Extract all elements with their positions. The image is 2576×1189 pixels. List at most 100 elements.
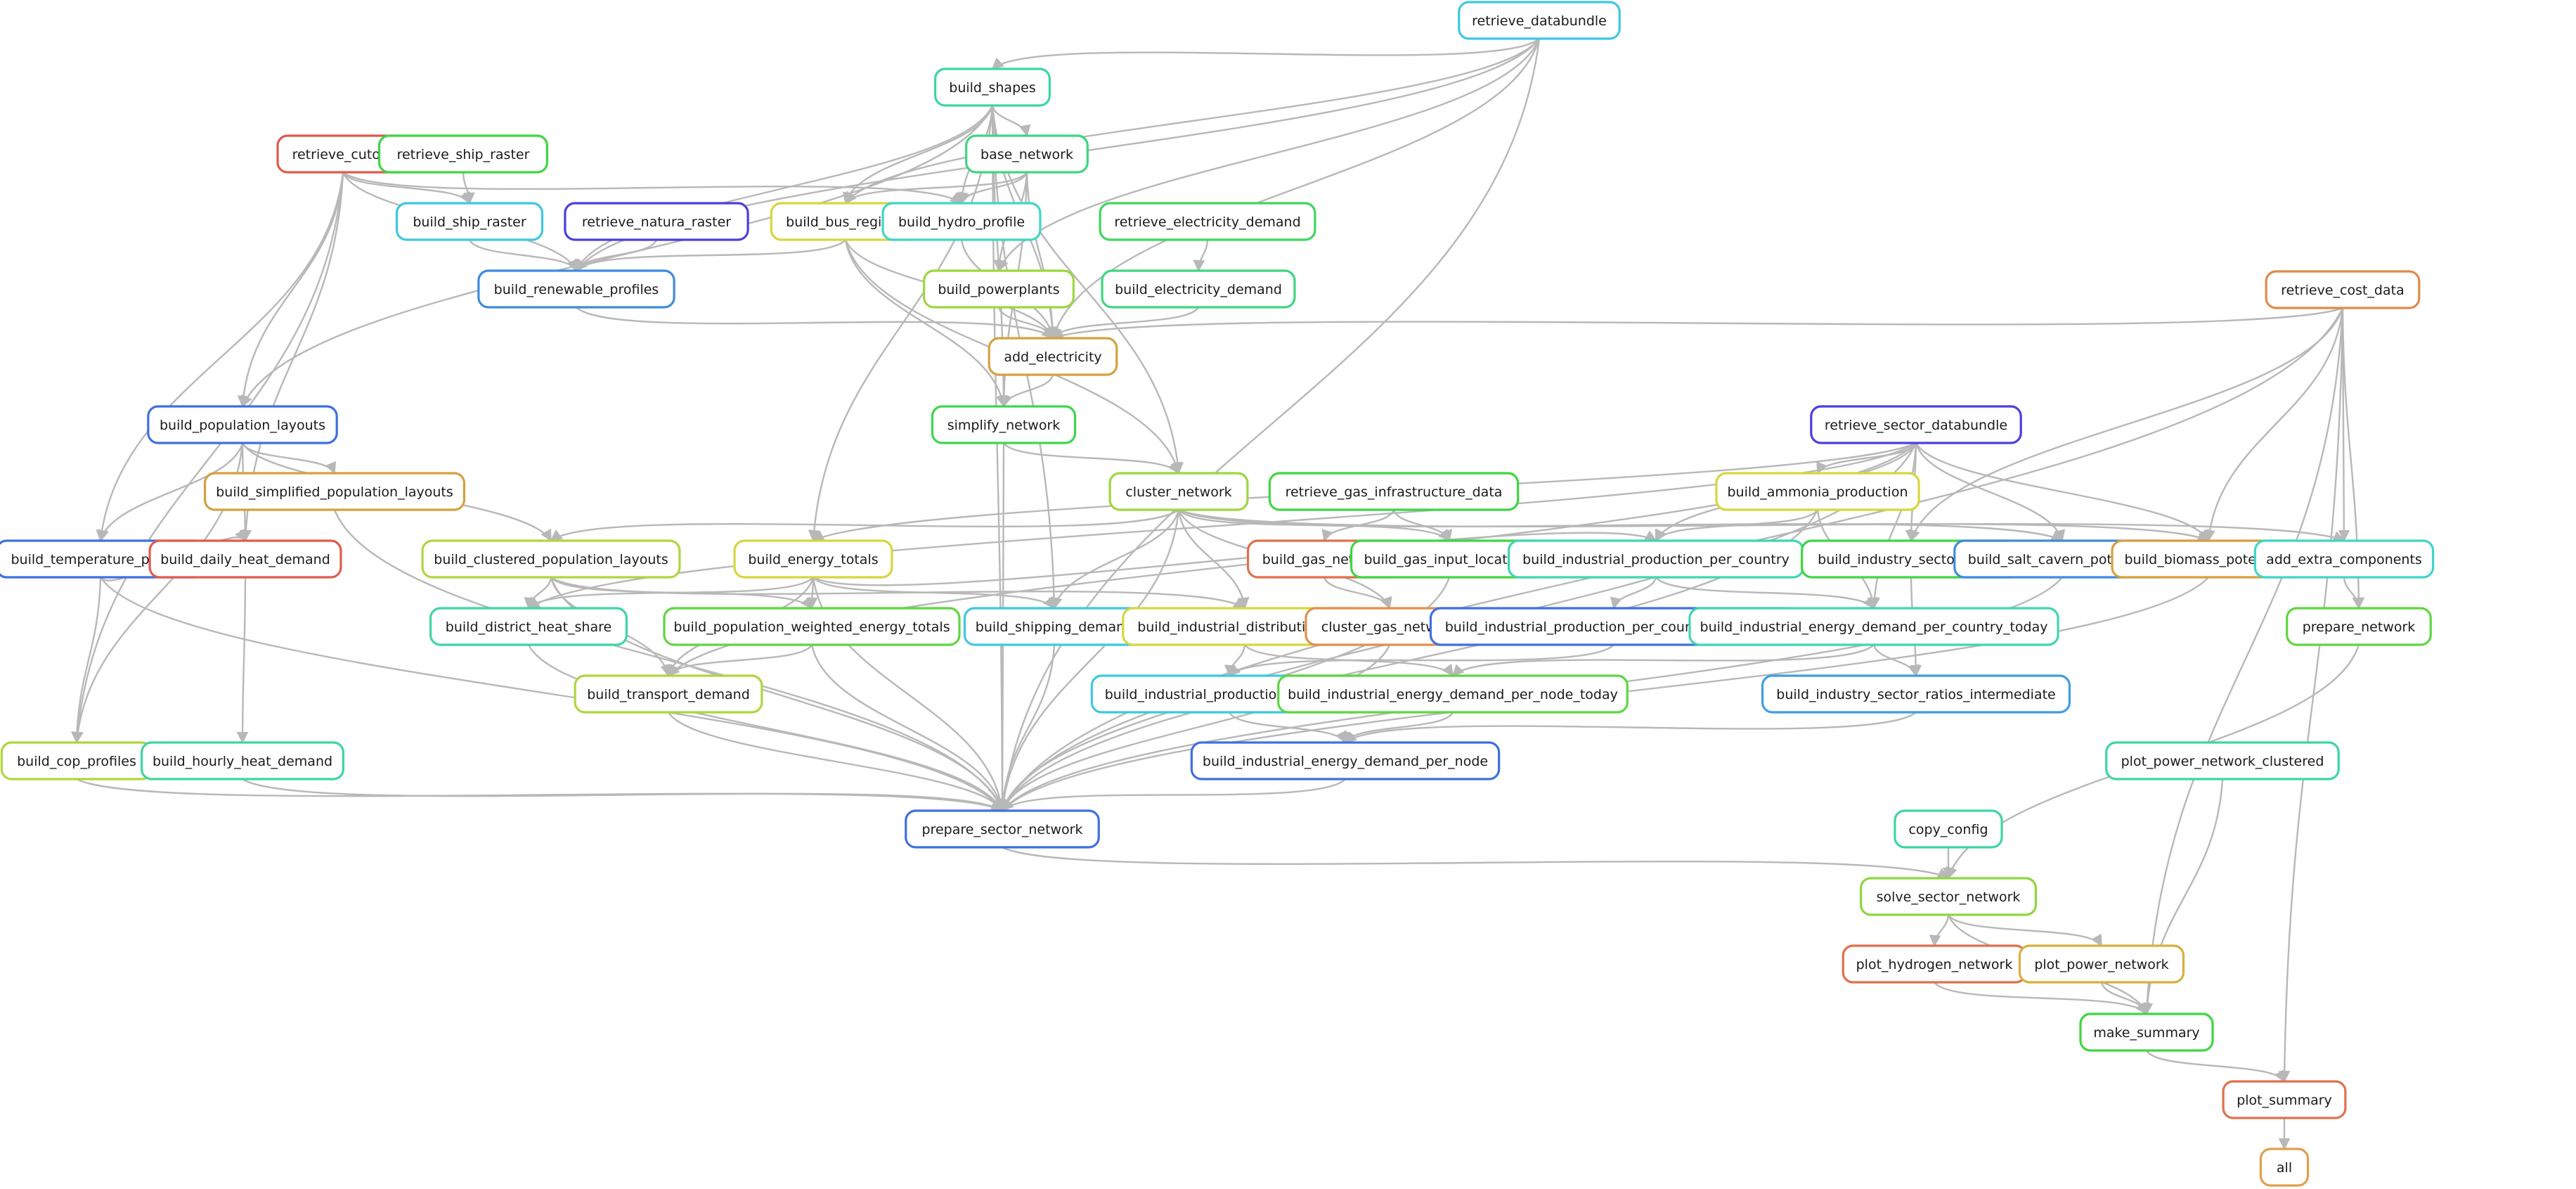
rulegraph-canvas: retrieve_databundle build_shapes retrieve_…	[0, 0, 2576, 1189]
dag-node-retrieve_electricity_demand[interactable]: retrieve_electricity_demand	[1099, 202, 1316, 241]
dag-node-retrieve_databundle[interactable]: retrieve_databundle	[1458, 1, 1621, 40]
dag-edge	[667, 712, 1004, 812]
node-outline[interactable]	[395, 202, 544, 241]
dag-node-retrieve_cost_data[interactable]: retrieve_cost_data	[2265, 270, 2421, 309]
dag-edge	[1002, 442, 1180, 475]
dag-node-prepare_network[interactable]: prepare_network	[2286, 607, 2432, 646]
dag-node-plot_power_network_clustered[interactable]: plot_power_network_clustered	[2105, 741, 2340, 780]
dag-node-build_daily_heat_demand[interactable]: build_daily_heat_demand	[148, 539, 342, 579]
node-outline[interactable]	[1108, 472, 1249, 511]
dag-node-retrieve_gas_infrastructure_data[interactable]: retrieve_gas_infrastructure_data	[1268, 472, 1520, 511]
node-outline[interactable]	[147, 405, 338, 444]
dag-node-all[interactable]: all	[2259, 1148, 2310, 1187]
node-outline[interactable]	[1894, 809, 2003, 849]
dag-node-build_simplified_population_layouts[interactable]: build_simplified_population_layouts	[203, 472, 466, 511]
dag-node-cluster_network[interactable]: cluster_network	[1108, 472, 1249, 511]
node-outline[interactable]	[2259, 1148, 2310, 1187]
node-outline[interactable]	[934, 68, 1051, 107]
node-outline[interactable]	[564, 202, 749, 241]
node-outline[interactable]	[377, 134, 549, 174]
node-outline[interactable]	[148, 539, 342, 579]
node-outline[interactable]	[1688, 607, 2059, 646]
dag-node-build_shapes[interactable]: build_shapes	[934, 68, 1051, 107]
node-outline[interactable]	[733, 539, 893, 579]
dag-node-retrieve_ship_raster[interactable]: retrieve_ship_raster	[377, 134, 549, 174]
node-outline[interactable]	[1761, 674, 2071, 714]
dag-edge	[2145, 1050, 2286, 1083]
dag-node-base_network[interactable]: base_network	[965, 134, 1089, 174]
dag-node-add_electricity[interactable]: add_electricity	[988, 337, 1118, 376]
dag-node-build_shipping_demand[interactable]: build_shipping_demand	[963, 607, 1146, 646]
dag-node-build_district_heat_share[interactable]: build_district_heat_share	[429, 607, 628, 646]
node-outline[interactable]	[2286, 607, 2432, 646]
dag-node-build_clustered_population_layouts[interactable]: build_clustered_population_layouts	[421, 539, 681, 579]
node-outline[interactable]	[963, 607, 1146, 646]
dag-node-copy_config[interactable]: copy_config	[1894, 809, 2003, 849]
node-outline[interactable]	[1507, 539, 1805, 579]
node-outline[interactable]	[988, 337, 1118, 376]
node-outline[interactable]	[1101, 269, 1296, 309]
dag-edge	[71, 172, 344, 744]
node-outline[interactable]	[203, 472, 466, 511]
node-outline[interactable]	[429, 607, 628, 646]
dag-node-retrieve_sector_databundle[interactable]: retrieve_sector_databundle	[1810, 405, 2022, 444]
dag-node-build_electricity_demand[interactable]: build_electricity_demand	[1101, 269, 1296, 309]
node-outline[interactable]	[1842, 944, 2027, 984]
dag-node-build_renewable_profiles[interactable]: build_renewable_profiles	[477, 269, 675, 309]
dag-node-build_population_weighted_energy_totals[interactable]: build_population_weighted_energy_totals	[663, 607, 961, 646]
node-outline[interactable]	[2079, 1013, 2214, 1052]
node-outline[interactable]	[1458, 1, 1621, 40]
dag-node-build_ship_raster[interactable]: build_ship_raster	[395, 202, 544, 241]
node-outline[interactable]	[2265, 270, 2421, 309]
dag-node-build_hydro_profile[interactable]: build_hydro_profile	[881, 202, 1042, 241]
node-outline[interactable]	[1268, 472, 1520, 511]
node-outline[interactable]	[905, 809, 1100, 849]
node-outline[interactable]	[923, 269, 1075, 309]
dag-node-build_population_layouts[interactable]: build_population_layouts	[147, 405, 338, 444]
dag-node-build_industrial_energy_demand_per_node_today[interactable]: build_industrial_energy_demand_per_node_…	[1277, 674, 1629, 714]
dag-node-build_transport_demand[interactable]: build_transport_demand	[574, 674, 763, 714]
node-outline[interactable]	[574, 674, 763, 714]
dag-node-build_industrial_production_per_country[interactable]: build_industrial_production_per_country	[1507, 539, 1805, 579]
dag-node-simplify_network[interactable]: simplify_network	[931, 405, 1077, 444]
dag-node-plot_hydrogen_network[interactable]: plot_hydrogen_network	[1842, 944, 2027, 984]
dag-node-solve_sector_network[interactable]: solve_sector_network	[1859, 877, 2038, 916]
dag-node-build_industry_sector_ratios_intermediate[interactable]: build_industry_sector_ratios_intermediat…	[1761, 674, 2071, 714]
dag-node-add_extra_components[interactable]: add_extra_components	[2253, 539, 2435, 579]
dag-node-build_ammonia_production[interactable]: build_ammonia_production	[1715, 472, 1920, 511]
dag-edge	[1610, 577, 1657, 610]
node-outline[interactable]	[931, 405, 1077, 444]
dag-node-make_summary[interactable]: make_summary	[2079, 1013, 2214, 1052]
dag-edge	[991, 38, 1540, 70]
dag-node-build_cop_profiles[interactable]: build_cop_profiles	[0, 741, 153, 780]
node-outline[interactable]	[0, 741, 153, 780]
node-outline[interactable]	[663, 607, 961, 646]
node-outline[interactable]	[1715, 472, 1920, 511]
node-outline[interactable]	[1277, 674, 1629, 714]
dag-node-build_powerplants[interactable]: build_powerplants	[923, 269, 1075, 309]
dag-node-build_hourly_heat_demand[interactable]: build_hourly_heat_demand	[140, 741, 345, 780]
node-outline[interactable]	[2222, 1080, 2347, 1119]
dag-edge	[2141, 307, 2344, 1015]
dag-edge	[524, 577, 552, 610]
node-outline[interactable]	[477, 269, 675, 309]
dag-node-build_industrial_energy_demand_per_node[interactable]: build_industrial_energy_demand_per_node	[1190, 741, 1501, 780]
node-outline[interactable]	[2018, 944, 2185, 984]
dag-node-build_industrial_energy_demand_per_country_today[interactable]: build_industrial_energy_demand_per_count…	[1688, 607, 2059, 646]
node-outline[interactable]	[965, 134, 1089, 174]
dag-node-prepare_sector_network[interactable]: prepare_sector_network	[905, 809, 1100, 849]
node-outline[interactable]	[140, 741, 345, 780]
node-outline[interactable]	[421, 539, 681, 579]
dag-node-retrieve_natura_raster[interactable]: retrieve_natura_raster	[564, 202, 749, 241]
node-outline[interactable]	[1099, 202, 1316, 241]
dag-node-plot_power_network[interactable]: plot_power_network	[2018, 944, 2185, 984]
dag-node-build_energy_totals[interactable]: build_energy_totals	[733, 539, 893, 579]
node-outline[interactable]	[1810, 405, 2022, 444]
node-outline[interactable]	[1190, 741, 1501, 780]
node-outline[interactable]	[1859, 877, 2038, 916]
node-outline[interactable]	[2253, 539, 2435, 579]
dag-edge	[527, 644, 1004, 812]
node-outline[interactable]	[2105, 741, 2340, 780]
dag-node-plot_summary[interactable]: plot_summary	[2222, 1080, 2347, 1119]
node-outline[interactable]	[881, 202, 1042, 241]
